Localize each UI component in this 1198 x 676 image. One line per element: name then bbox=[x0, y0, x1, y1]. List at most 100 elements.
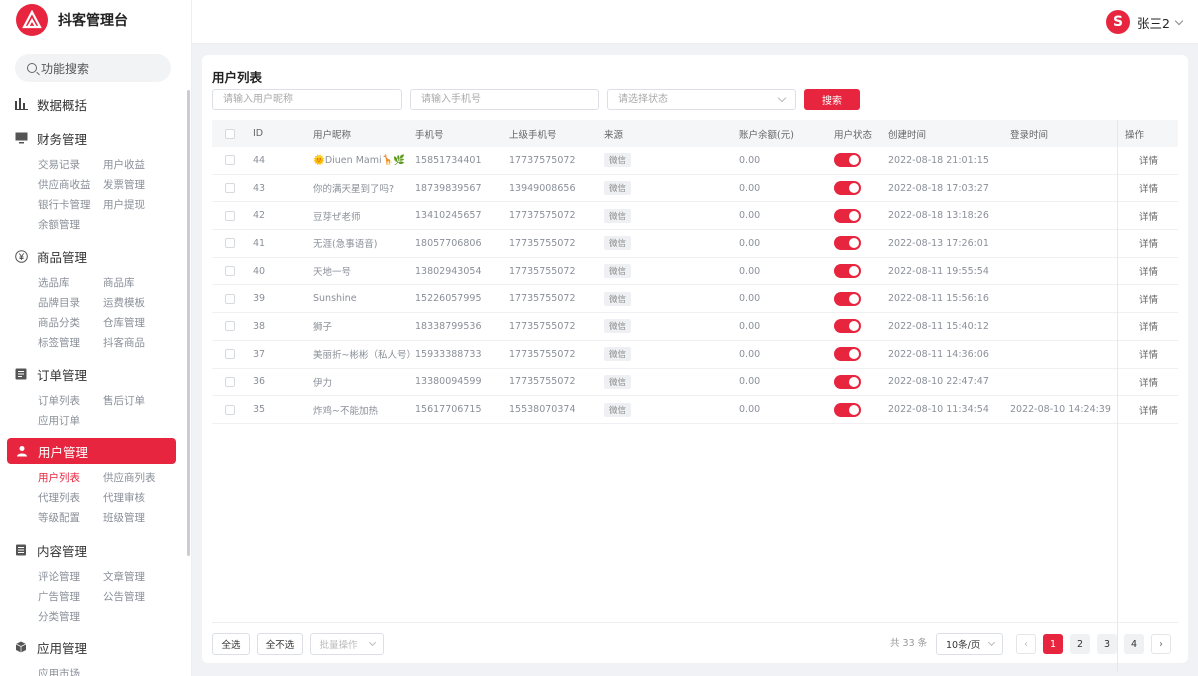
row-checkbox[interactable] bbox=[225, 293, 235, 304]
search-button[interactable]: 搜索 bbox=[804, 89, 860, 110]
detail-link[interactable]: 详情 bbox=[1139, 319, 1158, 333]
row-checkbox[interactable] bbox=[225, 349, 235, 360]
row-checkbox[interactable] bbox=[225, 238, 235, 249]
page-button[interactable]: 2 bbox=[1070, 634, 1090, 654]
submenu-item-current[interactable]: 用户列表 bbox=[38, 468, 103, 488]
page-button[interactable]: 4 bbox=[1124, 634, 1144, 654]
content-card: 用户列表 请输入用户昵称 请输入手机号 请选择状态 搜索 ID 用户昵称 手机号… bbox=[202, 55, 1188, 673]
page-button[interactable]: 3 bbox=[1097, 634, 1117, 654]
detail-link[interactable]: 详情 bbox=[1139, 403, 1158, 417]
menu-goods[interactable]: 商品管理 bbox=[0, 243, 188, 269]
row-checkbox[interactable] bbox=[225, 266, 235, 277]
row-checkbox[interactable] bbox=[225, 155, 235, 166]
cell-login: 2022-08-10 14:24:39 bbox=[1010, 404, 1111, 416]
submenu-item[interactable]: 商品库 bbox=[103, 273, 173, 293]
submenu-item[interactable]: 用户收益 bbox=[103, 155, 173, 175]
detail-link[interactable]: 详情 bbox=[1139, 153, 1158, 167]
detail-link[interactable]: 详情 bbox=[1139, 236, 1158, 250]
row-checkbox[interactable] bbox=[225, 404, 235, 415]
submenu-item[interactable]: 品牌目录 bbox=[38, 293, 103, 313]
column-header: 账户余额(元) bbox=[739, 129, 794, 141]
function-search[interactable]: 功能搜索 bbox=[15, 54, 171, 82]
submenu-item[interactable]: 代理列表 bbox=[38, 488, 103, 508]
status-toggle[interactable] bbox=[834, 374, 861, 389]
status-toggle[interactable] bbox=[834, 236, 861, 251]
menu-orders[interactable]: 订单管理 bbox=[0, 361, 188, 387]
submenu-item[interactable]: 班级管理 bbox=[103, 508, 173, 528]
submenu-item[interactable]: 余额管理 bbox=[38, 215, 103, 235]
batch-action-select[interactable]: 批量操作 bbox=[310, 633, 384, 655]
submenu-item[interactable]: 订单列表 bbox=[38, 391, 103, 411]
cell-phone: 15617706715 bbox=[415, 404, 482, 416]
submenu-item[interactable]: 分类管理 bbox=[38, 607, 103, 627]
submenu-item[interactable]: 应用市场 bbox=[38, 664, 103, 676]
select-none-button[interactable]: 全不选 bbox=[257, 633, 303, 655]
function-search-label: 功能搜索 bbox=[41, 61, 90, 76]
menu-content[interactable]: 内容管理 bbox=[0, 537, 188, 563]
batch-action-label: 批量操作 bbox=[319, 640, 358, 651]
submenu-item[interactable]: 评论管理 bbox=[38, 567, 103, 587]
status-toggle[interactable] bbox=[834, 291, 861, 306]
next-page-button[interactable]: › bbox=[1151, 634, 1171, 654]
submenu-item[interactable]: 应用订单 bbox=[38, 411, 103, 431]
menu-data-overview[interactable]: 数据概括 bbox=[0, 91, 188, 117]
status-toggle[interactable] bbox=[834, 347, 861, 362]
row-checkbox[interactable] bbox=[225, 210, 235, 221]
row-checkbox[interactable] bbox=[225, 321, 235, 332]
cell-created: 2022-08-18 17:03:27 bbox=[888, 182, 989, 194]
cell-id: 36 bbox=[253, 376, 266, 388]
detail-link[interactable]: 详情 bbox=[1139, 292, 1158, 306]
submenu-item[interactable]: 广告管理 bbox=[38, 587, 103, 607]
submenu-item[interactable]: 公告管理 bbox=[103, 587, 173, 607]
sidebar-scrollbar[interactable] bbox=[187, 90, 190, 556]
user-menu[interactable]: S 张三2 bbox=[1106, 10, 1184, 34]
column-header: 手机号 bbox=[415, 129, 444, 141]
status-toggle[interactable] bbox=[834, 153, 861, 168]
submenu-item[interactable]: 发票管理 bbox=[103, 175, 173, 195]
submenu-item[interactable]: 文章管理 bbox=[103, 567, 173, 587]
status-select[interactable]: 请选择状态 bbox=[607, 89, 796, 110]
submenu-item[interactable]: 抖客商品 bbox=[103, 333, 173, 353]
submenu-item[interactable]: 商品分类 bbox=[38, 313, 103, 333]
menu-label: 应用管理 bbox=[37, 640, 88, 656]
status-toggle[interactable] bbox=[834, 264, 861, 279]
detail-link[interactable]: 详情 bbox=[1139, 347, 1158, 361]
submenu-item[interactable]: 运费模板 bbox=[103, 293, 173, 313]
menu-apps[interactable]: 应用管理 bbox=[0, 634, 188, 660]
submenu-item[interactable]: 交易记录 bbox=[38, 155, 103, 175]
submenu-item[interactable]: 供应商收益 bbox=[38, 175, 103, 195]
logo[interactable]: 抖客管理台 bbox=[0, 0, 191, 40]
nickname-input[interactable]: 请输入用户昵称 bbox=[212, 89, 402, 110]
submenu-item[interactable]: 用户提现 bbox=[103, 195, 173, 215]
status-toggle[interactable] bbox=[834, 402, 861, 417]
menu-finance[interactable]: 财务管理 bbox=[0, 125, 188, 151]
cell-created: 2022-08-10 11:34:54 bbox=[888, 404, 989, 416]
row-checkbox[interactable] bbox=[225, 376, 235, 387]
chevron-down-icon bbox=[987, 638, 996, 647]
submenu-item[interactable]: 标签管理 bbox=[38, 333, 103, 353]
submenu-item[interactable]: 售后订单 bbox=[103, 391, 173, 411]
detail-link[interactable]: 详情 bbox=[1139, 375, 1158, 389]
status-toggle[interactable] bbox=[834, 319, 861, 334]
submenu-item[interactable]: 等级配置 bbox=[38, 508, 103, 528]
detail-link[interactable]: 详情 bbox=[1139, 264, 1158, 278]
submenu-item[interactable]: 选品库 bbox=[38, 273, 103, 293]
status-toggle[interactable] bbox=[834, 181, 861, 196]
table-row: 42 豆芽ぜ老师 13410245657 17737575072 微信 0.00 2022-… bbox=[212, 202, 1178, 231]
submenu-item[interactable]: 供应商列表 bbox=[103, 468, 173, 488]
source-tag: 微信 bbox=[604, 347, 632, 362]
phone-input[interactable]: 请输入手机号 bbox=[410, 89, 599, 110]
page-size-select[interactable]: 10条/页 bbox=[936, 633, 1003, 655]
submenu-item[interactable]: 代理审核 bbox=[103, 488, 173, 508]
menu-users[interactable]: 用户管理 bbox=[7, 438, 176, 464]
detail-link[interactable]: 详情 bbox=[1139, 181, 1158, 195]
row-checkbox[interactable] bbox=[225, 183, 235, 194]
detail-link[interactable]: 详情 bbox=[1139, 209, 1158, 223]
select-all-checkbox[interactable] bbox=[225, 128, 235, 139]
prev-page-button[interactable]: ‹ bbox=[1016, 634, 1036, 654]
page-button-current[interactable]: 1 bbox=[1043, 634, 1063, 654]
submenu-item[interactable]: 仓库管理 bbox=[103, 313, 173, 333]
submenu-item[interactable]: 银行卡管理 bbox=[38, 195, 103, 215]
status-toggle[interactable] bbox=[834, 208, 861, 223]
select-all-button[interactable]: 全选 bbox=[212, 633, 250, 655]
